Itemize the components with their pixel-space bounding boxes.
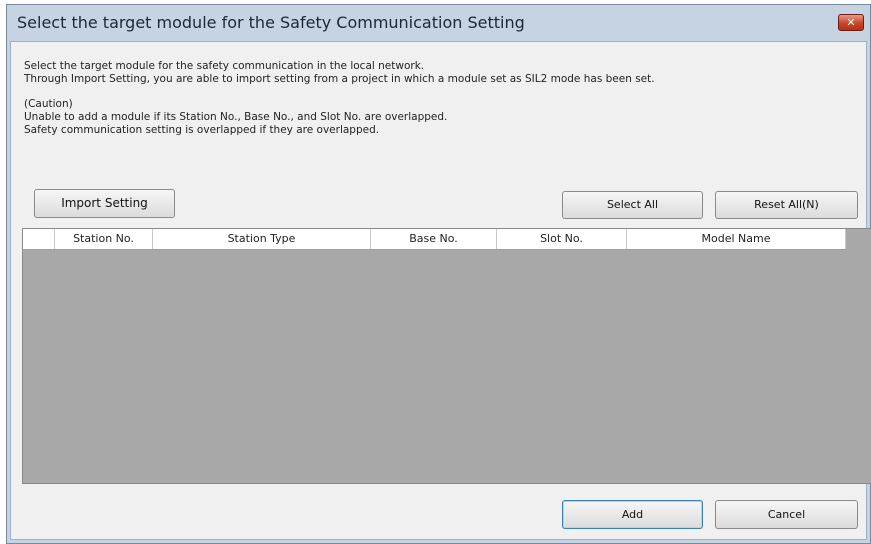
table-header: Station No. Station Type Base No. Slot N… — [23, 229, 846, 250]
caution-line: Unable to add a module if its Station No… — [24, 111, 448, 123]
title-bar[interactable]: Select the target module for the Safety … — [7, 5, 870, 41]
caution-heading: (Caution) — [24, 98, 73, 110]
column-header-station-no[interactable]: Station No. — [55, 229, 153, 249]
description-line: Select the target module for the safety … — [24, 60, 425, 72]
close-button[interactable]: ✕ — [838, 14, 864, 31]
select-all-button[interactable]: Select All — [562, 191, 703, 219]
dialog-title: Select the target module for the Safety … — [17, 13, 525, 32]
module-table[interactable]: Station No. Station Type Base No. Slot N… — [22, 228, 871, 484]
column-header-base-no[interactable]: Base No. — [371, 229, 497, 249]
close-icon: ✕ — [846, 16, 856, 29]
caution-line: Safety communication setting is overlapp… — [24, 124, 380, 136]
dialog-body: Select the target module for the safety … — [10, 41, 871, 540]
column-header-slot-no[interactable]: Slot No. — [497, 229, 627, 249]
cancel-button[interactable]: Cancel — [715, 500, 858, 529]
description-text: Select the target module for the safety … — [24, 60, 655, 137]
import-setting-button[interactable]: Import Setting — [34, 189, 175, 218]
column-header-station-type[interactable]: Station Type — [153, 229, 371, 249]
reset-all-button[interactable]: Reset All(N) — [715, 191, 858, 219]
dialog-window: Select the target module for the Safety … — [6, 4, 871, 544]
column-header-select[interactable] — [23, 229, 55, 249]
column-header-model-name[interactable]: Model Name — [627, 229, 846, 249]
description-line: Through Import Setting, you are able to … — [24, 73, 655, 85]
add-button[interactable]: Add — [562, 500, 703, 529]
